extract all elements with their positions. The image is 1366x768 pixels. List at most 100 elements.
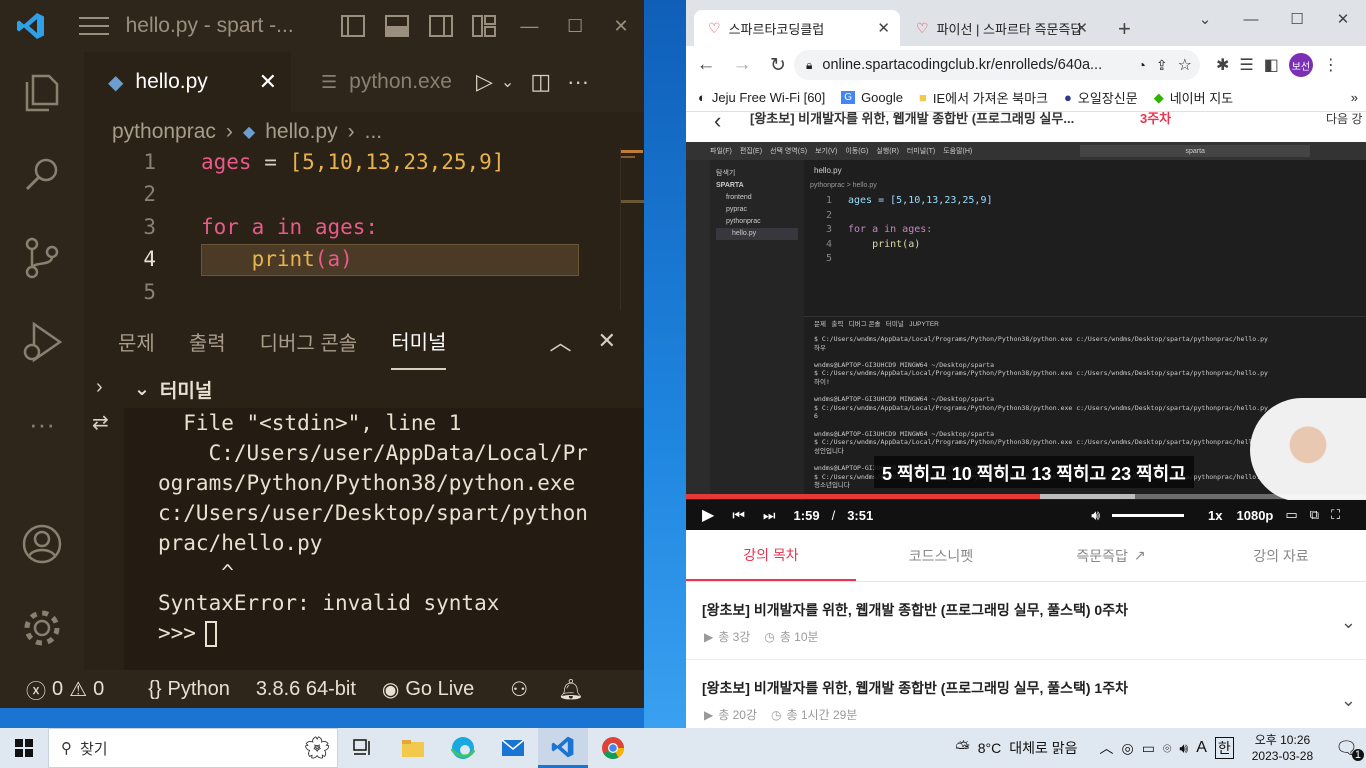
terminal-output[interactable]: File "<stdin>", line 1 C:/Users/user/App… [124,408,644,670]
taskbar-search[interactable]: ⚲ 찾기 🌸︎ [48,728,338,768]
next-icon[interactable]: ⏭︎ [763,507,776,524]
tab-qna[interactable]: 즉문즉답 ↗ [1026,530,1196,581]
minimize-icon[interactable]: — [1228,0,1274,38]
run-debug-icon[interactable] [0,312,84,372]
code-editor[interactable]: 1 2 3 4 5 ages = [5,10,13,23,25,9] for a… [84,148,644,310]
bookmark-jeju-wifi[interactable]: ◐ Jeju Free Wi-Fi [60] [698,90,825,105]
notifications-bell-icon[interactable]: 🔔︎ [558,677,583,702]
chevron-right-icon[interactable]: › [96,376,103,399]
explorer-icon[interactable] [0,62,84,122]
vscode-taskbar-icon[interactable] [538,728,588,768]
back-chevron-icon[interactable]: ‹ [714,108,721,134]
tab-search-chevron-icon[interactable]: ⌄ [1182,0,1228,38]
bookmark-star-icon[interactable]: ☆ [1178,55,1192,75]
feedback-icon[interactable]: ⚇ [510,677,528,702]
bookmark-market-news[interactable]: ● 오일장신문 [1064,88,1138,107]
captions-icon[interactable]: ▭ [1285,507,1297,523]
bookmark-naver-map[interactable]: ◆ 네이버 지도 [1154,88,1233,107]
problems-status[interactable]: ⓧ 0 ⚠ 0 [26,675,104,704]
play-icon[interactable]: ▶ [702,505,714,525]
tab-hello-py[interactable]: ◆ hello.py ✕ [84,52,291,112]
hamburger-menu-icon[interactable] [62,16,126,36]
weather-icon[interactable]: ⛅︎ [955,738,969,759]
split-editor-icon[interactable]: ◫ [530,69,551,95]
more-views-icon[interactable]: ··· [0,394,84,454]
chrome-menu-icon[interactable]: ⋮ [1323,55,1339,75]
maximize-panel-chevron-icon[interactable]: ︿ [550,325,572,357]
interpreter-version[interactable]: 3.8.6 64-bit [256,678,356,701]
tab-python-exe[interactable]: ☰ python.exe [291,52,471,112]
settings-gear-icon[interactable] [0,598,84,658]
go-live-button[interactable]: ◉ Go Live [382,677,474,702]
volume-icon[interactable]: 🔊︎ [1091,507,1100,524]
run-python-icon[interactable]: ▷ [476,69,493,95]
reload-icon[interactable]: ↻ [762,49,794,81]
mail-icon[interactable] [488,728,538,768]
toggle-sidebar-icon[interactable] [331,0,375,52]
browser-tab-qna[interactable]: ♡ 파이선 | 스파르타 즉문즉답 ✕ [902,10,1098,46]
terminal-section-header[interactable]: ⌄ 터미널 [124,370,644,408]
volume-slider[interactable] [1112,513,1185,517]
meet-now-icon[interactable]: ◎ [1122,740,1134,757]
forward-icon[interactable]: → [726,49,758,81]
expand-chevron-icon[interactable]: ⌄ [1341,690,1356,711]
run-dropdown-chevron-icon[interactable]: ⌄ [501,72,514,92]
close-tab-icon[interactable]: ✕ [259,69,277,95]
address-bar[interactable]: 🔒︎ online.spartacodingclub.kr/enrolleds/… [794,50,1200,80]
show-hidden-icons-chevron-icon[interactable]: ︿ [1100,738,1114,758]
weather-temperature[interactable]: 8°C [978,740,1002,756]
notification-center-icon[interactable]: 🗨︎ 1 [1335,738,1364,761]
minimize-icon[interactable]: — [506,0,552,52]
lecture-video[interactable]: 파일(F) 편집(E) 선택 영역(S) 보기(V) 이동(G) 실행(R) 터… [686,142,1366,530]
share-icon[interactable]: ⇪ [1156,57,1168,74]
playback-speed[interactable]: 1x [1208,508,1222,523]
extensions-puzzle-icon[interactable]: ✱ [1216,55,1229,75]
volume-icon[interactable]: 🔊︎ [1179,740,1188,757]
chrome-taskbar-icon[interactable] [588,728,638,768]
bookmark-google[interactable]: G Google [841,90,903,105]
ime-mode[interactable]: A [1196,739,1207,757]
breadcrumb-more[interactable]: ... [365,120,383,144]
previous-icon[interactable]: ⏮︎ [732,507,745,524]
toggle-panel-icon[interactable] [375,0,419,52]
close-tab-icon[interactable]: ✕ [877,19,890,37]
windows-start-icon[interactable] [0,728,48,768]
input-language[interactable]: 한 [1214,737,1234,759]
maximize-icon[interactable]: ☐ [1274,0,1320,38]
toggle-secondary-sidebar-icon[interactable] [419,0,463,52]
weather-description[interactable]: 대체로 맑음 [1009,738,1077,758]
week-item[interactable]: [왕초보] 비개발자를 위한, 웹개발 종합반 (프로그래밍 실무, 풀스택) … [686,582,1366,660]
expand-chevron-icon[interactable]: ⌄ [1341,612,1356,633]
week-item[interactable]: [왕초보] 비개발자를 위한, 웹개발 종합반 (프로그래밍 실무, 풀스택) … [686,660,1366,728]
bookmark-folder-ie[interactable]: ■ IE에서 가져온 북마크 [919,88,1048,107]
browser-tab-sparta[interactable]: ♡ 스파르타코딩클럽 ✕ [694,10,900,46]
task-view-icon[interactable] [338,728,388,768]
back-icon[interactable]: ← [690,49,722,81]
more-actions-icon[interactable]: ··· [567,69,589,95]
network-icon[interactable]: ⌾ [1163,740,1171,757]
breadcrumb-file[interactable]: hello.py [265,120,337,144]
reader-mode-icon[interactable]: ◔ [1137,57,1145,73]
close-tab-icon[interactable]: ✕ [1075,19,1088,37]
minimap-slider[interactable] [621,200,644,203]
language-mode[interactable]: {} Python [148,678,230,701]
tab-terminal[interactable]: 터미널 [391,312,447,370]
more-bookmarks-icon[interactable]: » [1351,90,1358,105]
tab-problems[interactable]: 문제 [118,312,155,370]
side-panel-icon[interactable]: ◧ [1264,55,1279,75]
reading-list-icon[interactable]: ☰ [1239,55,1253,75]
next-lesson-button[interactable]: 다음 강 [1326,110,1362,127]
close-window-icon[interactable]: ✕ [598,0,644,52]
breadcrumb-folder[interactable]: pythonprac [112,120,216,144]
tab-lecture-materials[interactable]: 강의 자료 [1196,530,1366,581]
minimap[interactable] [620,148,644,310]
clock[interactable]: 오후 10:26 2023-03-28 [1252,732,1313,764]
tab-debug-console[interactable]: 디버그 콘솔 [260,312,358,370]
tab-lecture-toc[interactable]: 강의 목차 [686,530,856,581]
close-window-icon[interactable]: ✕ [1320,0,1366,38]
tab-code-snippet[interactable]: 코드스니펫 [856,530,1026,581]
tab-output[interactable]: 출력 [189,312,226,370]
profile-avatar[interactable]: 보선 [1288,53,1313,77]
video-quality[interactable]: 1080p [1237,508,1274,523]
picture-in-picture-icon[interactable]: ⧉ [1310,507,1319,523]
